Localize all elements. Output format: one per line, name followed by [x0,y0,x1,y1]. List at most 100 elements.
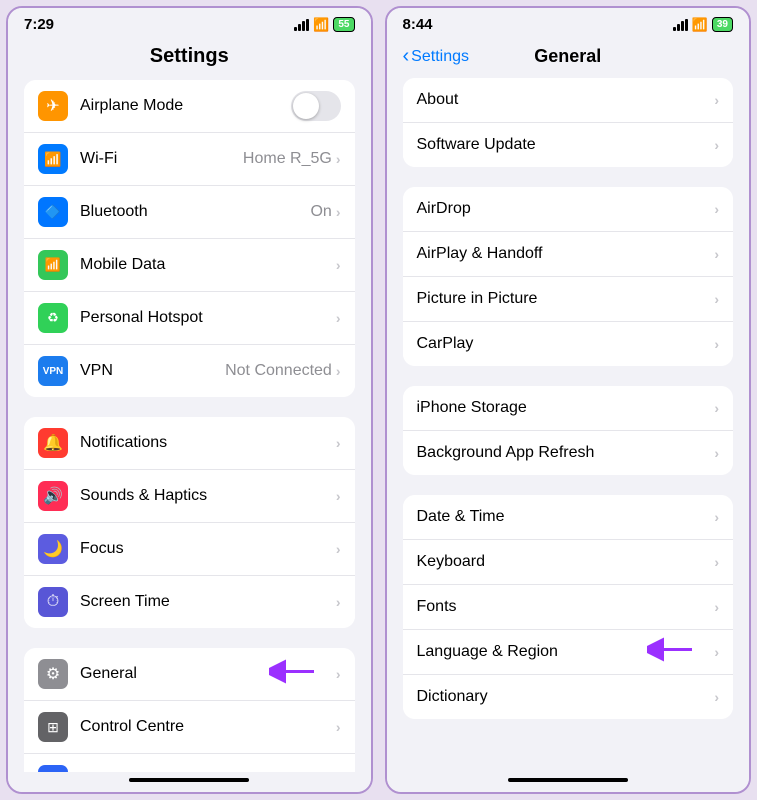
chevron-icon: › [714,689,719,705]
hotspot-label: Personal Hotspot [80,309,336,327]
wifi-label: Wi-Fi [80,150,243,168]
chevron-icon: › [714,336,719,352]
notifications-icon: 🔔 [38,428,68,458]
toggle-knob [293,93,319,119]
keyboard-label: Keyboard [417,553,715,571]
settings-row-picture[interactable]: Picture in Picture › [403,277,734,322]
settings-group-locale: Date & Time › Keyboard › Fonts › Languag… [403,495,734,719]
settings-row-vpn[interactable]: VPN VPN Not Connected › [24,345,355,397]
settings-row-screentime[interactable]: ⏱ Screen Time › [24,576,355,628]
settings-row-airplane[interactable]: ✈ Airplane Mode [24,80,355,133]
status-icons-left: 📶 55 [294,17,354,33]
settings-row-language-region[interactable]: Language & Region › [403,630,734,675]
settings-row-control[interactable]: ⊞ Control Centre › [24,701,355,754]
airplay-handoff-label: AirPlay & Handoff [417,245,715,263]
about-label: About [417,91,715,109]
status-bar-left: 7:29 📶 55 [8,8,371,37]
chevron-icon: › [336,435,341,451]
vpn-value: Not Connected [225,362,332,380]
chevron-icon: › [714,92,719,108]
airplane-icon: ✈ [38,91,68,121]
airplane-label: Airplane Mode [80,97,291,115]
settings-row-bluetooth[interactable]: 🔷 Bluetooth On › [24,186,355,239]
status-icons-right: 📶 39 [673,17,733,33]
screentime-label: Screen Time [80,593,336,611]
focus-icon: 🌙 [38,534,68,564]
settings-row-focus[interactable]: 🌙 Focus › [24,523,355,576]
chevron-icon: › [714,509,719,525]
settings-row-airplay-handoff[interactable]: AirPlay & Handoff › [403,232,734,277]
settings-group-connectivity: AirDrop › AirPlay & Handoff › Picture in… [403,187,734,366]
general-icon: ⚙ [38,659,68,689]
display-label: Display & Brightness [80,771,336,772]
home-bar-right [508,778,628,782]
chevron-icon: › [336,151,341,167]
left-phone: 7:29 📶 55 Settings ✈ Airplane Mode [6,6,373,794]
home-indicator-left [8,772,371,792]
bg-refresh-label: Background App Refresh [417,444,715,462]
chevron-icon: › [336,310,341,326]
notifications-label: Notifications [80,434,336,452]
page-title-right: General [534,46,601,67]
status-time-right: 8:44 [403,16,433,33]
chevron-icon: › [714,599,719,615]
settings-row-software-update[interactable]: Software Update › [403,123,734,167]
settings-row-airdrop[interactable]: AirDrop › [403,187,734,232]
settings-row-datetime[interactable]: Date & Time › [403,495,734,540]
vpn-icon: VPN [38,356,68,386]
chevron-icon: › [336,257,341,273]
home-indicator-right [387,772,750,792]
settings-row-general[interactable]: ⚙ General › [24,648,355,701]
settings-row-wifi[interactable]: 📶 Wi-Fi Home R_5G › [24,133,355,186]
settings-row-display[interactable]: AA Display & Brightness › [24,754,355,772]
settings-row-carplay[interactable]: CarPlay › [403,322,734,366]
settings-row-notifications[interactable]: 🔔 Notifications › [24,417,355,470]
settings-row-mobile[interactable]: 📶 Mobile Data › [24,239,355,292]
bluetooth-icon: 🔷 [38,197,68,227]
bluetooth-label: Bluetooth [80,203,310,221]
carplay-label: CarPlay [417,335,715,353]
chevron-icon: › [714,246,719,262]
signal-icon-right [673,19,688,31]
back-label: Settings [411,48,469,66]
screen-title-left: Settings [8,37,371,80]
chevron-icon: › [336,541,341,557]
back-chevron-icon: ‹ [403,45,410,68]
settings-group-storage: iPhone Storage › Background App Refresh … [403,386,734,475]
chevron-icon: › [336,488,341,504]
chevron-icon: › [336,363,341,379]
settings-row-bg-refresh[interactable]: Background App Refresh › [403,431,734,475]
settings-row-sounds[interactable]: 🔊 Sounds & Haptics › [24,470,355,523]
settings-row-hotspot[interactable]: ♻ Personal Hotspot › [24,292,355,345]
settings-row-dictionary[interactable]: Dictionary › [403,675,734,719]
status-bar-right: 8:44 📶 39 [387,8,750,37]
settings-row-keyboard[interactable]: Keyboard › [403,540,734,585]
home-bar [129,778,249,782]
picture-label: Picture in Picture [417,290,715,308]
settings-row-fonts[interactable]: Fonts › [403,585,734,630]
scroll-content-right: About › Software Update › AirDrop › AirP… [387,78,750,772]
screentime-icon: ⏱ [38,587,68,617]
right-phone: 8:44 📶 39 ‹ Settings General About › [385,6,752,794]
chevron-icon: › [336,719,341,735]
chevron-icon: › [336,666,341,682]
sounds-label: Sounds & Haptics [80,487,336,505]
sounds-icon: 🔊 [38,481,68,511]
settings-row-about[interactable]: About › [403,78,734,123]
battery-badge-left: 55 [333,17,354,32]
chevron-icon: › [714,291,719,307]
settings-row-iphone-storage[interactable]: iPhone Storage › [403,386,734,431]
mobile-label: Mobile Data [80,256,336,274]
chevron-icon: › [714,554,719,570]
airplane-toggle[interactable] [291,91,341,121]
back-button[interactable]: ‹ Settings [403,45,469,68]
focus-label: Focus [80,540,336,558]
wifi-value: Home R_5G [243,150,332,168]
chevron-icon: › [714,644,719,660]
control-icon: ⊞ [38,712,68,742]
status-time-left: 7:29 [24,16,54,33]
chevron-icon: › [714,445,719,461]
wifi-setting-icon: 📶 [38,144,68,174]
language-arrow-annotation [647,638,697,667]
chevron-icon: › [714,400,719,416]
